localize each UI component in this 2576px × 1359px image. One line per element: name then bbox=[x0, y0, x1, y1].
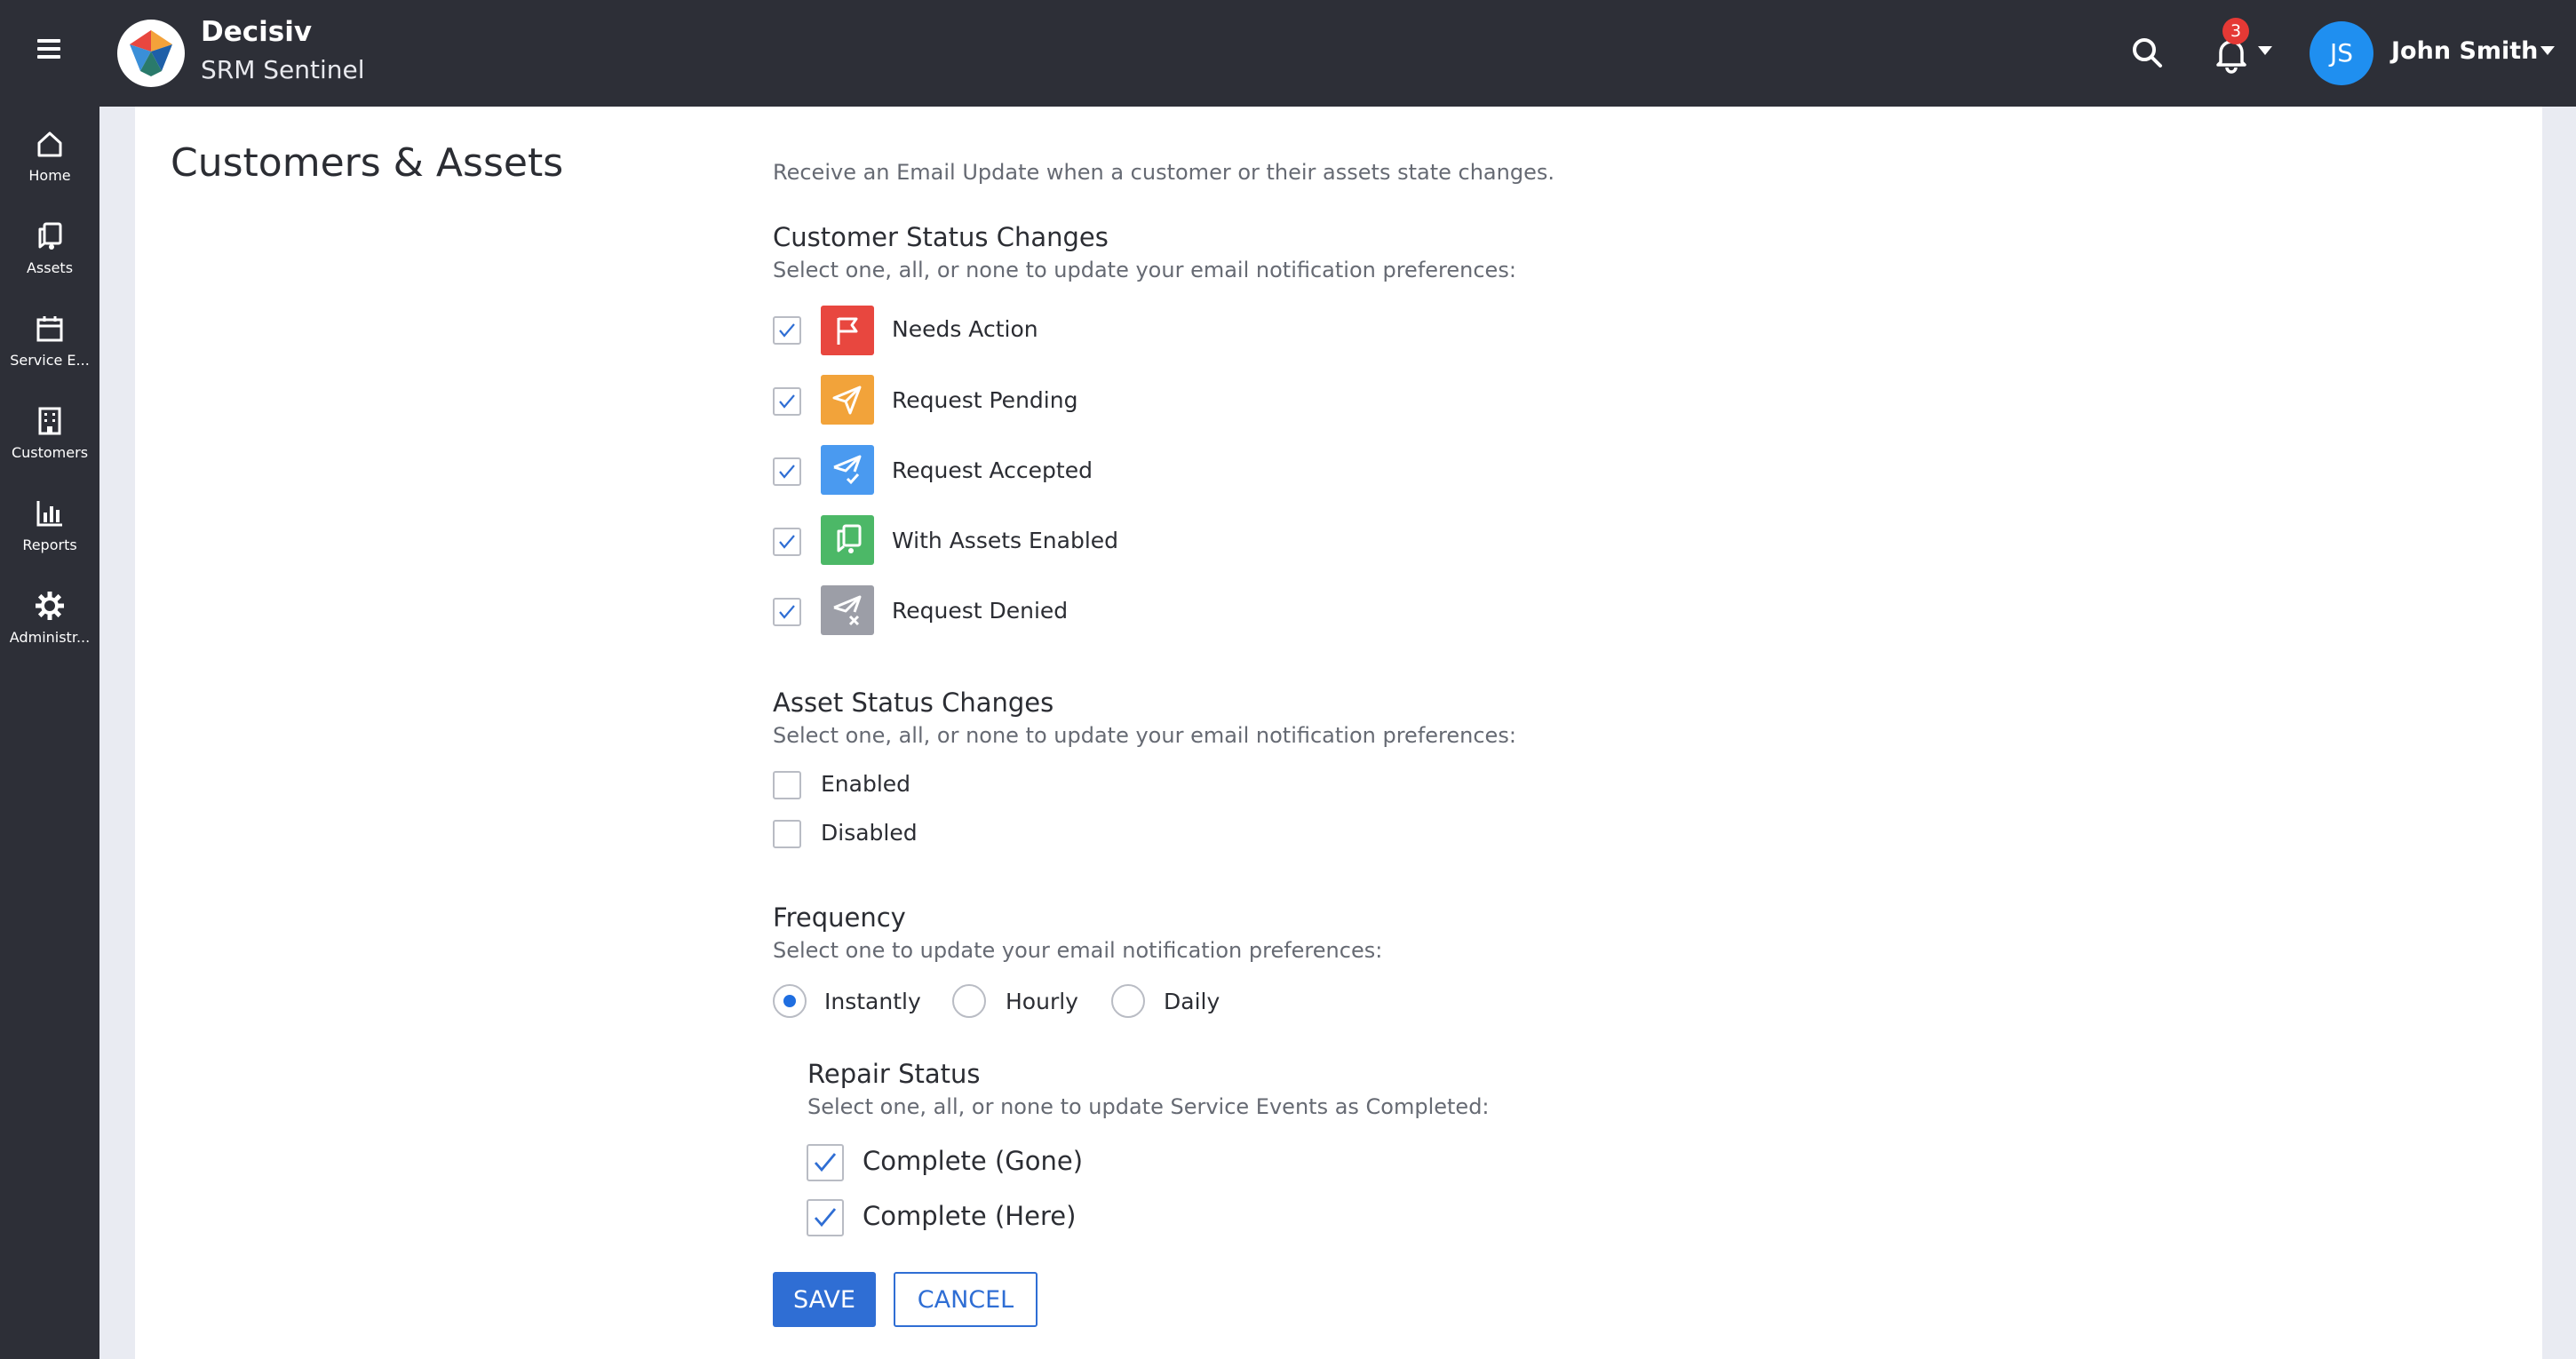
with-assets-enabled-checkbox[interactable] bbox=[773, 528, 801, 556]
asset-status-title: Asset Status Changes bbox=[773, 687, 1054, 718]
calendar-icon bbox=[36, 316, 63, 342]
paper-plane-check-icon bbox=[821, 445, 874, 495]
save-button[interactable]: SAVE bbox=[773, 1272, 876, 1327]
asset-disabled-checkbox[interactable] bbox=[773, 820, 801, 848]
asset-enabled-label: Enabled bbox=[821, 771, 911, 797]
request-denied-checkbox[interactable] bbox=[773, 598, 801, 626]
building-icon bbox=[38, 407, 61, 435]
paper-plane-icon bbox=[821, 375, 874, 425]
sidebar-item-service-events[interactable]: Service E... bbox=[0, 304, 99, 389]
sidebar-item-label: Customers bbox=[11, 444, 89, 461]
frequency-instantly-radio[interactable] bbox=[773, 984, 807, 1018]
avatar[interactable]: JS bbox=[2310, 21, 2373, 85]
sidebar-item-label: Assets bbox=[26, 259, 74, 276]
sidebar-item-home[interactable]: Home bbox=[0, 119, 99, 204]
cancel-button[interactable]: CANCEL bbox=[894, 1272, 1038, 1327]
request-denied-label: Request Denied bbox=[892, 598, 1069, 624]
repair-status-title: Repair Status bbox=[807, 1059, 981, 1089]
frequency-title: Frequency bbox=[773, 902, 906, 933]
sidebar: Home Assets Service E... Customers Repor… bbox=[0, 107, 99, 1359]
user-menu-caret-down-icon[interactable] bbox=[2539, 44, 2556, 57]
needs-action-checkbox[interactable] bbox=[773, 316, 801, 345]
user-name[interactable]: John Smith bbox=[2391, 37, 2538, 65]
frequency-hourly-label: Hourly bbox=[1006, 989, 1078, 1014]
complete-gone-checkbox[interactable] bbox=[807, 1144, 844, 1181]
asset-disabled-label: Disabled bbox=[821, 820, 918, 846]
decisiv-logo[interactable] bbox=[117, 20, 185, 87]
notification-badge: 3 bbox=[2222, 18, 2249, 44]
top-bar: Decisiv SRM Sentinel 3 JS John Smith bbox=[0, 0, 2576, 107]
repair-status-subtitle: Select one, all, or none to update Servi… bbox=[807, 1094, 1490, 1119]
sidebar-item-assets[interactable]: Assets bbox=[0, 211, 99, 297]
complete-here-checkbox[interactable] bbox=[807, 1199, 844, 1236]
asset-status-subtitle: Select one, all, or none to update your … bbox=[773, 723, 1516, 748]
request-accepted-label: Request Accepted bbox=[892, 457, 1093, 483]
page-title: Customers & Assets bbox=[171, 140, 564, 186]
request-pending-label: Request Pending bbox=[892, 387, 1078, 413]
intro-text: Receive an Email Update when a customer … bbox=[773, 160, 1554, 185]
sidebar-item-reports[interactable]: Reports bbox=[0, 489, 99, 574]
frequency-instantly-label: Instantly bbox=[824, 989, 921, 1014]
request-accepted-checkbox[interactable] bbox=[773, 457, 801, 486]
search-icon[interactable] bbox=[2128, 34, 2167, 73]
brand-subtitle: SRM Sentinel bbox=[201, 55, 365, 84]
content-panel: Customers & Assets Receive an Email Upda… bbox=[135, 107, 2542, 1359]
complete-gone-label: Complete (Gone) bbox=[863, 1146, 1084, 1176]
home-icon bbox=[37, 131, 62, 157]
frequency-daily-label: Daily bbox=[1164, 989, 1220, 1014]
sidebar-item-label: Administr... bbox=[9, 629, 91, 646]
asset-enabled-checkbox[interactable] bbox=[773, 771, 801, 799]
assets-icon bbox=[38, 222, 62, 250]
assets-icon bbox=[821, 515, 874, 565]
frequency-subtitle: Select one to update your email notifica… bbox=[773, 938, 1383, 963]
paper-plane-x-icon bbox=[821, 585, 874, 635]
brand-name: Decisiv bbox=[201, 16, 313, 48]
complete-here-label: Complete (Here) bbox=[863, 1201, 1077, 1231]
frequency-hourly-radio[interactable] bbox=[952, 984, 986, 1018]
needs-action-label: Needs Action bbox=[892, 316, 1038, 342]
with-assets-enabled-label: With Assets Enabled bbox=[892, 528, 1119, 553]
sidebar-item-customers[interactable]: Customers bbox=[0, 396, 99, 481]
sidebar-item-label: Home bbox=[28, 167, 71, 184]
gear-icon bbox=[36, 592, 64, 620]
sidebar-item-label: Service E... bbox=[10, 352, 90, 369]
customer-status-title: Customer Status Changes bbox=[773, 222, 1109, 252]
request-pending-checkbox[interactable] bbox=[773, 387, 801, 416]
flag-icon bbox=[821, 306, 874, 355]
frequency-daily-radio[interactable] bbox=[1111, 984, 1145, 1018]
customer-status-subtitle: Select one, all, or none to update your … bbox=[773, 258, 1516, 282]
sidebar-item-administration[interactable]: Administr... bbox=[0, 581, 99, 666]
sidebar-item-label: Reports bbox=[22, 536, 77, 553]
menu-icon[interactable] bbox=[30, 32, 66, 75]
notifications-caret-down-icon[interactable] bbox=[2256, 44, 2274, 57]
bar-chart-icon bbox=[36, 501, 62, 527]
